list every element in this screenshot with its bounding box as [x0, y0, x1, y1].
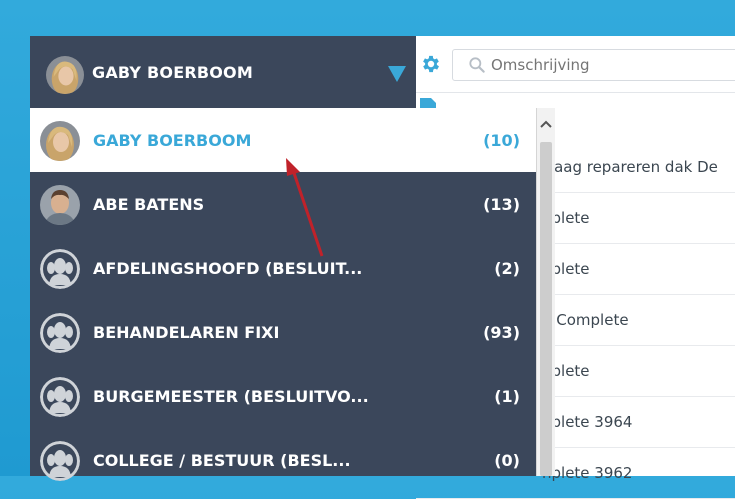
item-count: (93)	[483, 323, 520, 342]
item-name: COLLEGE / BESTUUR (BESL...	[93, 451, 351, 470]
chevron-down-icon[interactable]	[388, 66, 406, 82]
dropdown-item-college-bestuur[interactable]: COLLEGE / BESTUUR (BESL... (0)	[30, 428, 536, 492]
item-count: (0)	[494, 451, 520, 470]
dropdown-item-behandelaren-fixi[interactable]: BEHANDELAREN FIXI (93)	[30, 300, 536, 364]
item-name: BEHANDELAREN FIXI	[93, 323, 280, 342]
search-input[interactable]	[489, 55, 713, 75]
user-dropdown-list: GABY BOERBOOM (10) ABE BATENS (13) AFDEL…	[30, 108, 536, 481]
item-count: (2)	[494, 259, 520, 278]
current-user-name: GABY BOERBOOM	[92, 63, 253, 82]
user-selector[interactable]: GABY BOERBOOM	[30, 36, 416, 108]
dropdown-item-afdelingshoofd[interactable]: AFDELINGSHOOFD (BESLUIT... (2)	[30, 236, 536, 300]
avatar	[40, 121, 80, 161]
dropdown-item-abe-batens[interactable]: ABE BATENS (13)	[30, 172, 536, 236]
avatar	[40, 185, 80, 225]
group-icon	[40, 313, 80, 353]
group-icon	[40, 249, 80, 289]
group-icon	[40, 377, 80, 417]
dropdown-item-burgemeester[interactable]: BURGEMEESTER (BESLUITVO... (1)	[30, 364, 536, 428]
group-icon	[40, 441, 80, 481]
gear-icon[interactable]	[416, 50, 446, 78]
toolbar	[416, 36, 735, 93]
chevron-up-icon[interactable]	[537, 108, 555, 140]
scrollbar[interactable]	[536, 108, 555, 476]
item-name: GABY BOERBOOM	[93, 131, 252, 150]
item-count: (13)	[483, 195, 520, 214]
scrollbar-thumb[interactable]	[540, 142, 552, 476]
item-name: AFDELINGSHOOFD (BESLUIT...	[93, 259, 363, 278]
search-field[interactable]	[452, 49, 735, 81]
dropdown-item-gaby-boerboom[interactable]: GABY BOERBOOM (10)	[30, 108, 536, 172]
avatar	[46, 56, 84, 94]
search-icon	[469, 57, 485, 73]
item-name: BURGEMEESTER (BESLUITVO...	[93, 387, 369, 406]
item-count: (1)	[494, 387, 520, 406]
item-count: (10)	[483, 131, 520, 150]
item-name: ABE BATENS	[93, 195, 205, 214]
